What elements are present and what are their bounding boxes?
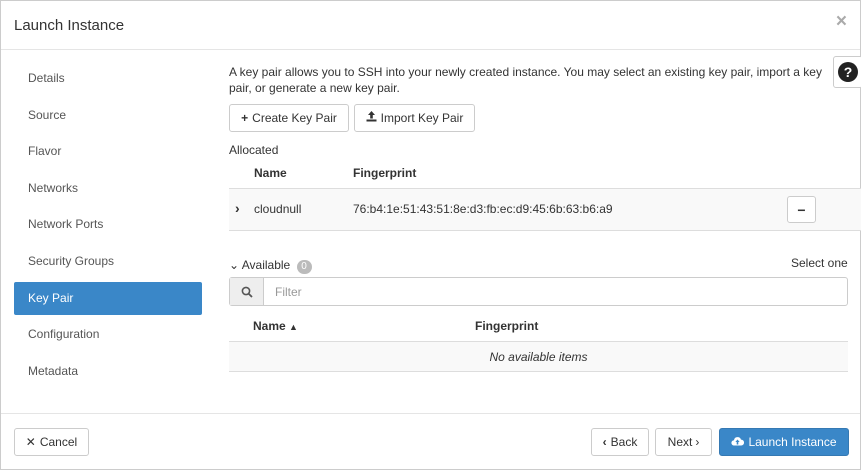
back-button[interactable]: ‹ Back — [591, 428, 649, 456]
nav-item-source[interactable]: Source — [14, 99, 202, 132]
plus-icon: + — [241, 111, 249, 125]
help-text: A key pair allows you to SSH into your n… — [229, 65, 822, 95]
chevron-right-icon[interactable]: › — [235, 200, 240, 216]
close-icon: ✕ — [25, 435, 36, 449]
launch-instance-button[interactable]: Launch Instance — [719, 428, 849, 456]
filter-group — [229, 277, 848, 306]
available-col-name-label: Name — [253, 319, 286, 333]
close-icon[interactable]: × — [836, 12, 847, 31]
allocated-col-fingerprint: Fingerprint — [353, 166, 417, 180]
deallocate-button[interactable]: − — [787, 196, 816, 223]
nav-item-configuration[interactable]: Configuration — [14, 318, 202, 351]
filter-input[interactable] — [265, 278, 847, 305]
nav-item-metadata[interactable]: Metadata — [14, 355, 202, 388]
available-col-fingerprint: Fingerprint — [475, 319, 539, 333]
wizard-nav: Details Source Flavor Networks Network P… — [14, 62, 202, 391]
nav-item-network-ports[interactable]: Network Ports — [14, 208, 202, 241]
upload-icon — [366, 111, 377, 125]
modal-title: Launch Instance — [14, 17, 125, 34]
launch-instance-label: Launch Instance — [748, 435, 837, 449]
available-label: Available — [241, 258, 291, 272]
available-col-name[interactable]: Name ▲ — [253, 319, 298, 333]
nav-item-security-groups[interactable]: Security Groups — [14, 245, 202, 278]
allocated-col-name: Name — [254, 166, 287, 180]
create-key-pair-button[interactable]: + Create Key Pair — [229, 104, 349, 132]
table-row: › cloudnull 76:b4:1e:51:43:51:8e:d3:fb:e… — [229, 189, 861, 230]
key-pair-fingerprint: 76:b4:1e:51:43:51:8e:d3:fb:ec:d9:45:6b:6… — [353, 202, 613, 216]
key-pair-name: cloudnull — [254, 202, 302, 216]
nav-item-key-pair[interactable]: Key Pair — [14, 281, 202, 315]
next-button[interactable]: Next › — [655, 428, 712, 456]
available-count-badge: 0 — [296, 260, 312, 274]
sort-ascending-icon: ▲ — [289, 322, 298, 332]
search-icon — [230, 278, 264, 305]
help-button[interactable]: ? — [833, 56, 861, 88]
launch-instance-modal: Launch Instance × Details Source Flavor … — [0, 0, 861, 470]
allocated-label: Allocated — [229, 143, 279, 157]
import-key-pair-button[interactable]: Import Key Pair — [354, 104, 475, 132]
cancel-button[interactable]: ✕ Cancel — [14, 428, 89, 456]
create-key-pair-label: Create Key Pair — [252, 111, 337, 125]
nav-item-networks[interactable]: Networks — [14, 172, 202, 205]
nav-item-flavor[interactable]: Flavor — [14, 135, 202, 168]
question-icon: ? — [838, 62, 858, 82]
divider — [229, 230, 861, 231]
cloud-upload-icon — [731, 435, 745, 449]
next-label: Next — [667, 435, 693, 449]
chevron-right-icon: › — [695, 435, 700, 449]
select-one-hint: Select one — [791, 256, 848, 270]
back-label: Back — [610, 435, 638, 449]
modal-header: Launch Instance × — [1, 1, 860, 50]
import-key-pair-label: Import Key Pair — [380, 111, 464, 125]
nav-item-details[interactable]: Details — [14, 62, 202, 95]
cancel-label: Cancel — [39, 435, 78, 449]
chevron-left-icon: ‹ — [602, 435, 607, 449]
available-toggle[interactable]: ⌄ Available 0 — [229, 258, 312, 274]
chevron-down-icon: ⌄ — [229, 258, 240, 272]
empty-state: No available items — [229, 342, 848, 372]
